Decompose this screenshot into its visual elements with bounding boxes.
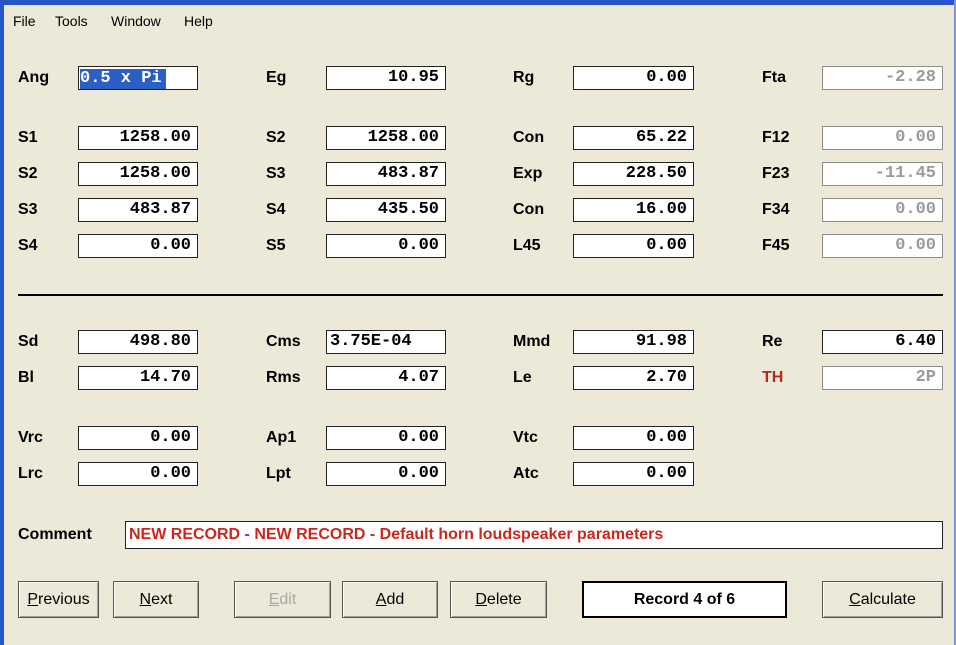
label-s4-col2: S4 [266, 201, 286, 218]
label-vrc: Vrc [18, 429, 43, 446]
label-con-2: Con [513, 201, 545, 218]
l45-field[interactable]: 0.00 [573, 234, 694, 258]
label-f34: F34 [762, 201, 790, 218]
ap1-field[interactable]: 0.00 [326, 426, 446, 450]
label-s3-col2: S3 [266, 165, 286, 182]
label-f12: F12 [762, 129, 790, 146]
label-atc: Atc [513, 465, 539, 482]
label-f45: F45 [762, 237, 790, 254]
f34-field: 0.00 [822, 198, 943, 222]
fta-field: -2.28 [822, 66, 943, 90]
con-field-1[interactable]: 65.22 [573, 126, 694, 150]
label-exp: Exp [513, 165, 543, 182]
delete-hotkey: D [475, 591, 487, 608]
lrc-field[interactable]: 0.00 [78, 462, 198, 486]
label-f23: F23 [762, 165, 790, 182]
label-s5: S5 [266, 237, 286, 254]
menu-window[interactable]: Window [111, 13, 161, 29]
s3-field-col2[interactable]: 483.87 [326, 162, 446, 186]
label-eg: Eg [266, 69, 287, 86]
s4-field[interactable]: 0.00 [78, 234, 198, 258]
label-con-1: Con [513, 129, 545, 146]
delete-label: elete [486, 591, 522, 608]
con-field-2[interactable]: 16.00 [573, 198, 694, 222]
comment-label: Comment [18, 526, 92, 543]
next-button[interactable]: Next [113, 581, 199, 618]
previous-hotkey: P [27, 591, 39, 608]
label-fta: Fta [762, 69, 786, 86]
label-le: Le [513, 369, 532, 386]
label-s1: S1 [18, 129, 38, 146]
menu-file[interactable]: File [13, 13, 36, 29]
mmd-field[interactable]: 91.98 [573, 330, 694, 354]
window-left-edge [0, 0, 4, 645]
ang-value: 0.5 x Pi [80, 69, 166, 89]
bl-field[interactable]: 14.70 [78, 366, 198, 390]
label-rms: Rms [266, 369, 301, 386]
label-s2-col2: S2 [266, 129, 286, 146]
re-field[interactable]: 6.40 [822, 330, 943, 354]
label-lrc: Lrc [18, 465, 43, 482]
add-hotkey: A [375, 591, 387, 608]
menu-tools[interactable]: Tools [55, 13, 88, 29]
label-s4: S4 [18, 237, 38, 254]
eg-field[interactable]: 10.95 [326, 66, 446, 90]
label-s3: S3 [18, 201, 38, 218]
cms-field[interactable]: 3.75E-04 [326, 330, 446, 354]
delete-button[interactable]: Delete [450, 581, 547, 618]
label-ap1: Ap1 [266, 429, 297, 446]
previous-label: revious [38, 591, 90, 608]
label-sd: Sd [18, 333, 39, 350]
label-rg: Rg [513, 69, 535, 86]
f23-field: -11.45 [822, 162, 943, 186]
f12-field: 0.00 [822, 126, 943, 150]
s5-field[interactable]: 0.00 [326, 234, 446, 258]
calculate-button[interactable]: Calculate [822, 581, 943, 618]
previous-button[interactable]: Previous [18, 581, 99, 618]
label-l45: L45 [513, 237, 541, 254]
label-th: TH [762, 369, 784, 386]
atc-field[interactable]: 0.00 [573, 462, 694, 486]
add-button[interactable]: Add [342, 581, 438, 618]
label-vtc: Vtc [513, 429, 538, 446]
ang-field[interactable]: 0.5 x Pi [78, 66, 198, 90]
s2-field-col2[interactable]: 1258.00 [326, 126, 446, 150]
sd-field[interactable]: 498.80 [78, 330, 198, 354]
add-label: dd [386, 591, 405, 608]
calculate-hotkey: C [849, 591, 861, 608]
calculate-label: alculate [860, 591, 916, 608]
lpt-field[interactable]: 0.00 [326, 462, 446, 486]
s4-field-col2[interactable]: 435.50 [326, 198, 446, 222]
section-divider [18, 294, 943, 296]
next-hotkey: N [139, 591, 152, 608]
edit-button: Edit [234, 581, 331, 618]
comment-field[interactable]: NEW RECORD - NEW RECORD - Default horn l… [125, 521, 943, 549]
next-label: ext [151, 591, 173, 608]
vtc-field[interactable]: 0.00 [573, 426, 694, 450]
label-ang: Ang [18, 69, 50, 86]
vrc-field[interactable]: 0.00 [78, 426, 198, 450]
label-s2: S2 [18, 165, 38, 182]
label-lpt: Lpt [266, 465, 291, 482]
th-field: 2P [822, 366, 943, 390]
rg-field[interactable]: 0.00 [573, 66, 694, 90]
s2-field[interactable]: 1258.00 [78, 162, 198, 186]
f45-field: 0.00 [822, 234, 943, 258]
edit-label: dit [279, 591, 297, 608]
label-cms: Cms [266, 333, 301, 350]
rms-field[interactable]: 4.07 [326, 366, 446, 390]
s3-field[interactable]: 483.87 [78, 198, 198, 222]
s1-field[interactable]: 1258.00 [78, 126, 198, 150]
le-field[interactable]: 2.70 [573, 366, 694, 390]
menu-help[interactable]: Help [184, 13, 213, 29]
label-bl: Bl [18, 369, 34, 386]
edit-hotkey: E [268, 591, 280, 608]
exp-field[interactable]: 228.50 [573, 162, 694, 186]
label-mmd: Mmd [513, 333, 551, 350]
record-status: Record 4 of 6 [582, 581, 787, 618]
label-re: Re [762, 333, 783, 350]
